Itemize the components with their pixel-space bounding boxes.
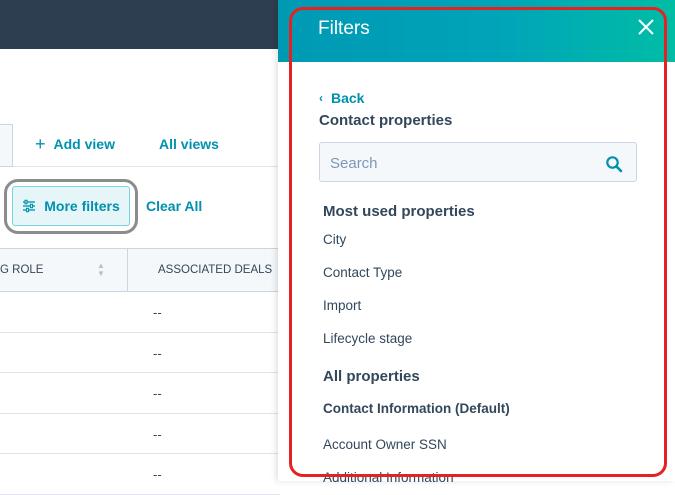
more-filters-label: More filters <box>44 198 120 214</box>
chevron-left-icon: ‹ <box>319 91 323 105</box>
sort-icon[interactable]: ▲ ▼ <box>97 262 105 278</box>
filters-panel-title: Filters <box>318 18 370 39</box>
plus-icon: + <box>35 134 46 154</box>
table-row[interactable]: -- <box>0 373 280 414</box>
search-icon[interactable] <box>605 155 623 173</box>
column-header-role[interactable]: G ROLE ▲ ▼ <box>0 249 128 291</box>
table-cell: -- <box>153 386 162 401</box>
filters-panel: Filters ‹ Back Contact properties Most u… <box>278 0 675 485</box>
property-option-additional-information[interactable]: Additional Information <box>323 470 454 485</box>
view-tab-partial[interactable] <box>0 124 13 167</box>
property-option-account-owner-ssn[interactable]: Account Owner SSN <box>323 437 447 452</box>
table-body: -- -- -- -- -- <box>0 292 280 495</box>
column-header-label: G ROLE <box>0 264 44 276</box>
table-cell: -- <box>153 426 162 442</box>
contact-information-group-heading: Contact Information (Default) <box>323 401 510 416</box>
table-cell: -- <box>153 305 162 320</box>
search-input[interactable] <box>330 152 590 174</box>
back-link[interactable]: ‹ Back <box>319 90 364 106</box>
table-row[interactable]: -- <box>0 333 280 373</box>
table-row[interactable]: -- <box>0 292 280 333</box>
clear-all-link[interactable]: Clear All <box>146 198 202 214</box>
all-properties-heading: All properties <box>323 368 420 385</box>
property-option-city[interactable]: City <box>323 232 346 247</box>
column-header-associated-deals[interactable]: ASSOCIATED DEALS <box>158 249 272 291</box>
add-view-label: Add view <box>53 136 115 152</box>
most-used-properties-heading: Most used properties <box>323 203 475 220</box>
table-row[interactable]: -- <box>0 454 280 495</box>
property-option-contact-type[interactable]: Contact Type <box>323 265 402 280</box>
section-title: Contact properties <box>319 112 453 129</box>
sliders-icon <box>23 199 36 213</box>
filters-panel-header: Filters <box>278 0 675 62</box>
back-label: Back <box>331 90 365 106</box>
all-views-link[interactable]: All views <box>159 136 219 152</box>
property-search-field[interactable] <box>319 142 637 182</box>
property-option-lifecycle-stage[interactable]: Lifecycle stage <box>323 331 412 346</box>
column-header-label: ASSOCIATED DEALS <box>158 264 273 276</box>
close-icon[interactable] <box>636 17 656 37</box>
property-option-import[interactable]: Import <box>323 298 361 313</box>
table-row[interactable]: -- <box>0 414 280 454</box>
table-cell: -- <box>153 345 162 361</box>
table-cell: -- <box>153 467 162 482</box>
more-filters-button[interactable]: More filters <box>12 186 130 226</box>
add-view-button[interactable]: + Add view <box>35 134 115 154</box>
table-header: G ROLE ▲ ▼ ASSOCIATED DEALS <box>0 248 280 292</box>
